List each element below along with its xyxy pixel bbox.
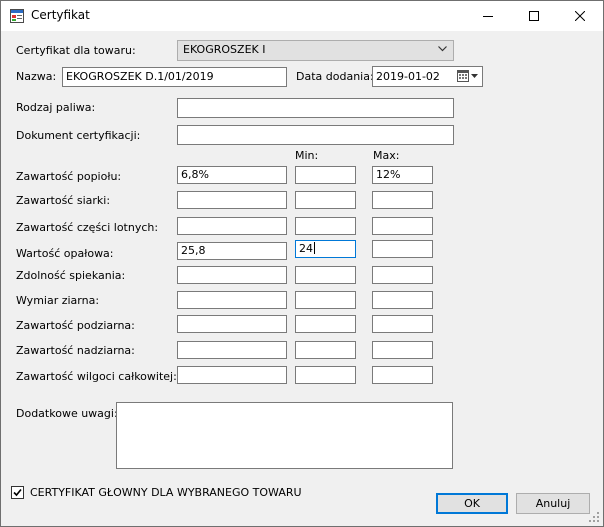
param-max-ash[interactable]: 12% [372,166,433,184]
param-min-moisture[interactable] [295,366,356,384]
close-icon [575,11,585,21]
checkmark-icon [13,488,22,497]
fuel-type-input[interactable] [177,98,454,118]
param-min-volatiles[interactable] [295,217,356,235]
max-column-header: Max: [373,149,400,162]
param-label-ash: Zawartość popiołu: [16,170,122,183]
main-cert-checkbox[interactable] [11,486,24,499]
window-title: Certyfikat [31,8,90,22]
param-min-calorific-text: 24 [299,242,313,255]
name-input[interactable]: EKOGROSZEK D.1/01/2019 [62,67,287,87]
param-min-calorific[interactable]: 24 [295,240,356,258]
param-value-sintering[interactable] [177,266,287,284]
title-bar[interactable]: Certyfikat [1,1,603,31]
minimize-button[interactable] [465,1,511,31]
param-label-moisture: Zawartość wilgoci całkowitej: [16,370,177,383]
certification-doc-label: Dokument certyfikacji: [16,129,141,142]
param-label-sulfur: Zawartość siarki: [16,194,111,207]
param-label-sintering: Zdolność spiekania: [16,269,126,282]
text-caret [314,242,315,254]
param-min-sulfur[interactable] [295,191,356,209]
close-button[interactable] [557,1,603,31]
maximize-icon [529,11,539,21]
param-min-oversize[interactable] [295,341,356,359]
param-max-volatiles[interactable] [372,217,433,235]
date-added-label: Data dodania: [296,70,374,83]
date-added-value: 2019-01-02 [376,70,440,83]
notes-textarea[interactable] [116,402,453,469]
param-value-grain-size[interactable] [177,291,287,309]
app-window-icon [10,9,24,23]
param-label-calorific: Wartość opałowa: [16,247,114,260]
date-added-picker[interactable]: 2019-01-02 [372,66,483,87]
param-min-sintering[interactable] [295,266,356,284]
param-max-grain-size[interactable] [372,291,433,309]
main-cert-label[interactable]: CERTYFIKAT GŁOWNY DLA WYBRANEGO TOWARU [30,486,302,499]
param-value-ash[interactable]: 6,8% [177,166,287,184]
param-value-calorific[interactable]: 25,8 [177,242,287,260]
param-min-ash[interactable] [295,166,356,184]
param-max-undersize[interactable] [372,315,433,333]
minimize-icon [483,16,493,17]
product-select-value: EKOGROSZEK I [183,43,266,56]
param-value-oversize[interactable] [177,341,287,359]
chevron-down-icon [438,46,447,52]
param-max-oversize[interactable] [372,341,433,359]
resize-grip-icon[interactable] [589,512,601,524]
name-label: Nazwa: [16,70,57,83]
min-column-header: Min: [295,149,319,162]
param-value-moisture[interactable] [177,366,287,384]
product-label: Certyfikat dla towaru: [16,44,136,57]
maximize-button[interactable] [511,1,557,31]
certificate-dialog: Certyfikat Certyfikat dla towaru: EKOGRO… [0,0,604,527]
param-label-volatiles: Zawartość części lotnych: [16,221,159,234]
product-select[interactable]: EKOGROSZEK I [177,40,454,61]
fuel-type-label: Rodzaj paliwa: [16,101,96,114]
param-value-volatiles[interactable] [177,217,287,235]
param-max-sintering[interactable] [372,266,433,284]
certification-doc-input[interactable] [177,125,454,145]
ok-button[interactable]: OK [436,493,508,514]
calendar-dropdown-icon[interactable] [457,70,479,83]
param-label-grain-size: Wymiar ziarna: [16,294,100,307]
notes-label: Dodatkowe uwagi: [16,407,118,420]
param-label-oversize: Zawartość nadziarna: [16,344,135,357]
cancel-button[interactable]: Anuluj [516,493,590,514]
param-max-sulfur[interactable] [372,191,433,209]
param-min-undersize[interactable] [295,315,356,333]
param-max-moisture[interactable] [372,366,433,384]
param-label-undersize: Zawartość podziarna: [16,319,135,332]
param-value-sulfur[interactable] [177,191,287,209]
param-min-grain-size[interactable] [295,291,356,309]
param-max-calorific[interactable] [372,240,433,258]
param-value-undersize[interactable] [177,315,287,333]
